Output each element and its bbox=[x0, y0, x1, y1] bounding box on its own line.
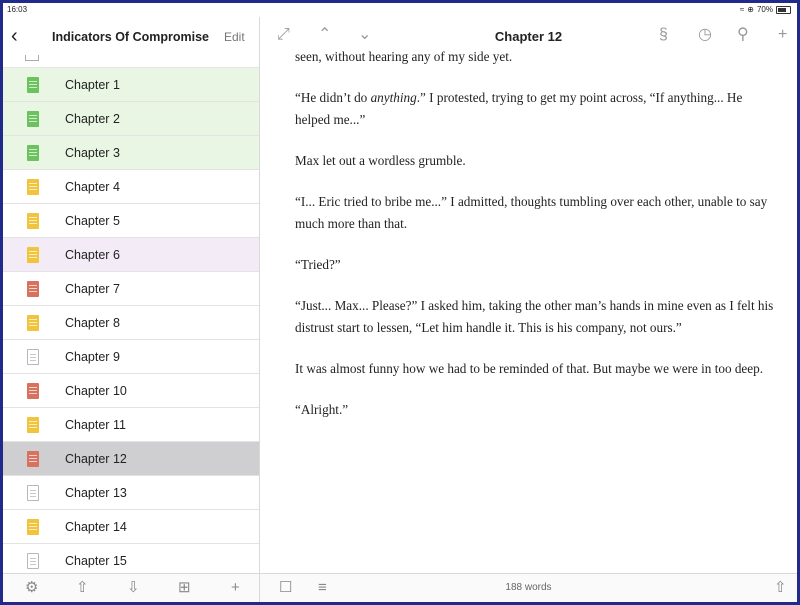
document-icon bbox=[27, 348, 39, 365]
back-chevron-icon[interactable]: ‹ bbox=[11, 26, 25, 46]
paragraph: “Alright.” bbox=[295, 402, 349, 417]
sidebar-item-chapter[interactable]: Chapter 10 bbox=[3, 374, 259, 408]
document-title: Chapter 12 bbox=[494, 29, 563, 44]
paragraph: “Just... Max... Please?” I asked him, ta… bbox=[295, 298, 774, 335]
sidebar-item-chapter[interactable]: Chapter 2 bbox=[3, 102, 259, 136]
binder-sidebar: ‹ Indicators Of Compromise Edit Chapter … bbox=[3, 17, 260, 602]
battery-icon bbox=[776, 5, 791, 14]
add-icon[interactable]: + bbox=[778, 26, 787, 44]
document-icon bbox=[27, 212, 39, 229]
new-folder-icon[interactable]: ⊞ bbox=[178, 580, 191, 596]
document-icon bbox=[27, 144, 39, 161]
project-title: Indicators Of Compromise bbox=[52, 30, 209, 44]
sidebar-toolbar: ⚙ ⇧ ⇩ ⊞ + bbox=[3, 573, 259, 602]
sidebar-item-label: Chapter 2 bbox=[65, 111, 120, 126]
document-icon bbox=[25, 55, 39, 61]
sidebar-item-chapter[interactable]: Chapter 13 bbox=[3, 476, 259, 510]
sidebar-item-label: Chapter 1 bbox=[65, 77, 120, 92]
sidebar-header: ‹ Indicators Of Compromise Edit bbox=[3, 17, 259, 55]
sidebar-item-label: Chapter 11 bbox=[65, 417, 126, 432]
document-icon bbox=[27, 280, 39, 297]
paragraph: “I... Eric tried to bribe me...” I admit… bbox=[295, 194, 768, 231]
document-icon bbox=[27, 110, 39, 127]
sidebar-item-chapter[interactable]: Chapter 7 bbox=[3, 272, 259, 306]
sidebar-item-label: Chapter 8 bbox=[65, 315, 120, 330]
sidebar-item-label: Chapter 3 bbox=[65, 145, 120, 160]
sidebar-item-chapter[interactable]: Chapter 9 bbox=[3, 340, 259, 374]
status-indicators: ≈ ⊕ 70% bbox=[740, 5, 791, 14]
sidebar-item-label: Chapter 7 bbox=[65, 281, 120, 296]
inspector-icon[interactable]: § bbox=[659, 26, 668, 44]
editor-pane: ⤢ ⌃ ⌄ Chapter 12 § ◷ ⚲ + seen, without h… bbox=[260, 17, 797, 602]
sidebar-item-label: Chapter 5 bbox=[65, 213, 120, 228]
sidebar-item-label: Chapter 12 bbox=[65, 451, 127, 466]
status-time: 16:03 bbox=[7, 5, 28, 14]
sidebar-item-chapter[interactable]: Chapter 3 bbox=[3, 136, 259, 170]
sidebar-item-label: Chapter 4 bbox=[65, 179, 120, 194]
document-icon bbox=[27, 450, 39, 467]
document-icon bbox=[27, 552, 39, 569]
sidebar-item-chapter[interactable]: Chapter 15 bbox=[3, 544, 259, 573]
editor-toolbar: ☐ ≡ 188 words ⇧ bbox=[260, 573, 797, 602]
paragraph: “He didn’t do anything.” I protested, tr… bbox=[295, 90, 743, 127]
sidebar-item-chapter[interactable]: Chapter 1 bbox=[3, 68, 259, 102]
sidebar-item-chapter[interactable]: Chapter 14 bbox=[3, 510, 259, 544]
sidebar-item-label: Chapter 13 bbox=[65, 485, 127, 500]
sidebar-item-label: Chapter 15 bbox=[65, 553, 127, 568]
list-item-partial[interactable] bbox=[3, 55, 259, 68]
document-icon bbox=[27, 76, 39, 93]
share-icon[interactable]: ⇧ bbox=[774, 580, 787, 596]
document-text[interactable]: seen, without hearing any of my side yet… bbox=[295, 49, 775, 440]
sidebar-item-label: Chapter 9 bbox=[65, 349, 120, 364]
wifi-icon: ≈ bbox=[739, 5, 745, 14]
paragraph: Max let out a wordless grumble. bbox=[295, 153, 466, 168]
chapter-list: Chapter 1 Chapter 2 Chapter 3 Chapter 4 Chap… bbox=[3, 55, 259, 573]
search-icon[interactable]: ⚲ bbox=[737, 26, 749, 44]
sidebar-item-chapter[interactable]: Chapter 5 bbox=[3, 204, 259, 238]
sidebar-item-chapter[interactable]: Chapter 6 bbox=[3, 238, 259, 272]
document-icon bbox=[27, 484, 39, 501]
sidebar-item-label: Chapter 14 bbox=[65, 519, 127, 534]
move-in-icon[interactable]: ⇩ bbox=[127, 580, 140, 596]
battery-percent: 70% bbox=[756, 5, 773, 14]
sidebar-item-chapter[interactable]: Chapter 8 bbox=[3, 306, 259, 340]
status-bar: 16:03 ≈ ⊕ 70% bbox=[3, 3, 797, 17]
share-icon[interactable]: ⇧ bbox=[76, 580, 89, 596]
paragraph: seen, without hearing any of my side yet… bbox=[295, 49, 513, 64]
sidebar-item-chapter[interactable]: Chapter 12 bbox=[3, 442, 259, 476]
document-icon bbox=[27, 314, 39, 331]
settings-gear-icon[interactable]: ⚙ bbox=[25, 580, 38, 596]
document-icon bbox=[27, 178, 39, 195]
paragraph: “Tried?” bbox=[295, 257, 341, 272]
rotation-lock-icon: ⊕ bbox=[747, 5, 754, 14]
clock-icon[interactable]: ◷ bbox=[698, 26, 712, 44]
app-window: 16:03 ≈ ⊕ 70% ‹ Indicators Of Compromise… bbox=[0, 0, 800, 605]
sidebar-item-chapter[interactable]: Chapter 4 bbox=[3, 170, 259, 204]
edit-button[interactable]: Edit bbox=[224, 30, 245, 44]
document-icon bbox=[27, 518, 39, 535]
word-count: 188 words bbox=[505, 582, 552, 593]
document-icon bbox=[27, 416, 39, 433]
sidebar-item-label: Chapter 10 bbox=[65, 383, 127, 398]
sidebar-item-label: Chapter 6 bbox=[65, 247, 120, 262]
document-icon bbox=[27, 382, 39, 399]
document-icon bbox=[27, 246, 39, 263]
sidebar-item-chapter[interactable]: Chapter 11 bbox=[3, 408, 259, 442]
add-icon[interactable]: + bbox=[231, 580, 240, 596]
paragraph: It was almost funny how we had to be rem… bbox=[295, 361, 764, 376]
